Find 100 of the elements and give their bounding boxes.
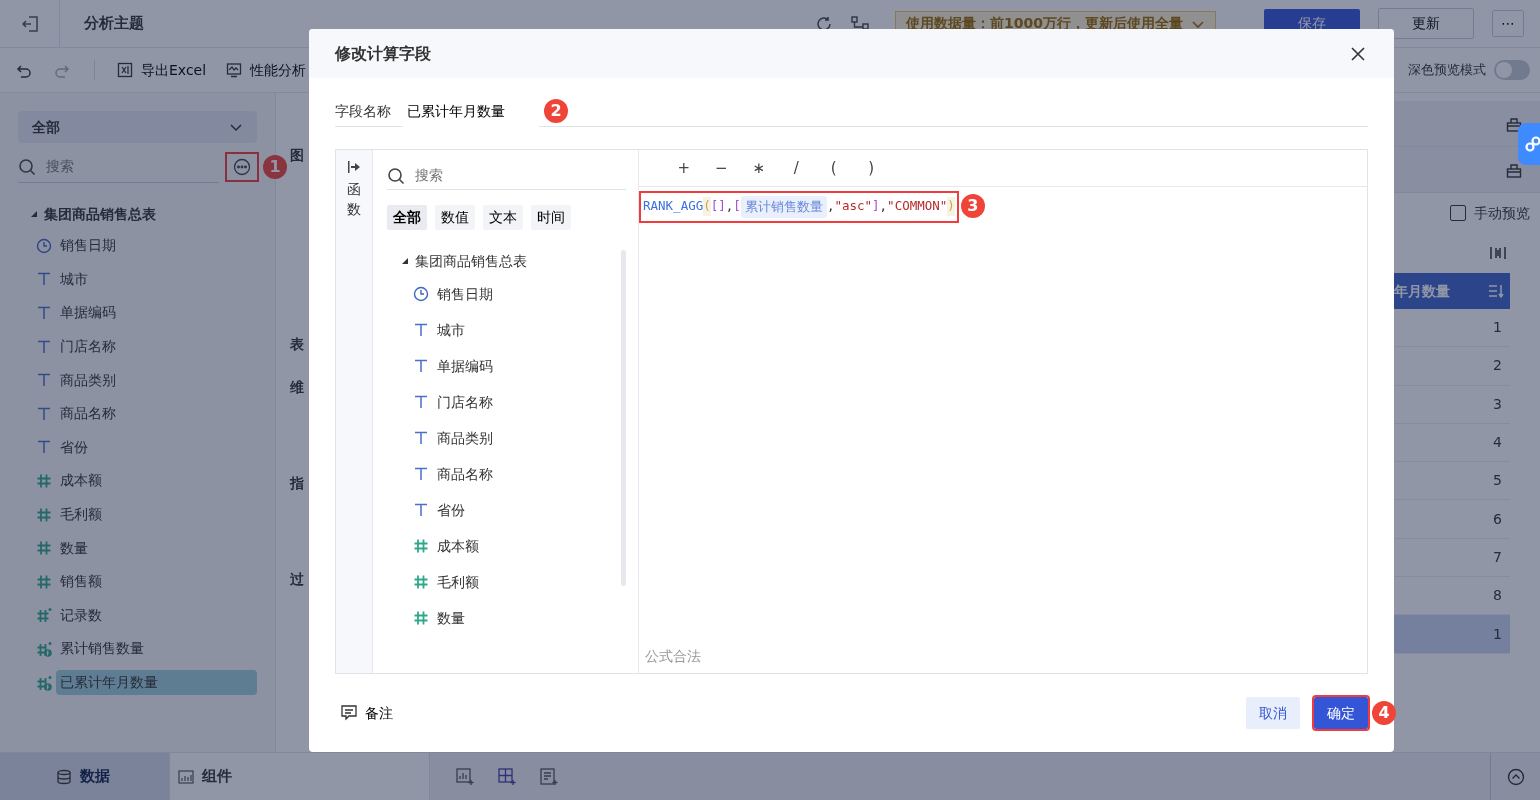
field-item[interactable]: 省份 [437, 499, 465, 521]
table-name[interactable]: 集团商品销售总表 [415, 250, 527, 272]
formula-token: , [879, 197, 888, 216]
more-button[interactable]: ⋯ [1492, 10, 1524, 37]
operator-button[interactable]: ) [852, 156, 890, 180]
hash-icon [36, 472, 52, 489]
monitor-chart-icon [226, 62, 243, 78]
field-item[interactable]: 商品名称 [60, 401, 257, 427]
field-item[interactable]: 已累计年月数量 [56, 670, 257, 695]
column-width-icon[interactable] [1490, 245, 1506, 261]
field-item[interactable]: 累计销售数量 [60, 636, 257, 662]
table-name[interactable]: 集团商品销售总表 [44, 203, 156, 225]
formula-token: RANK_AGG [643, 197, 704, 216]
hash-icon [36, 607, 52, 624]
lock-icon[interactable] [1506, 115, 1522, 132]
filter-tab[interactable]: 时间 [531, 205, 571, 230]
section-label: 指 [290, 474, 305, 493]
clock-icon [36, 237, 52, 254]
text-type-icon [36, 271, 52, 288]
field-item[interactable]: 商品类别 [437, 427, 493, 449]
scrollbar[interactable] [621, 250, 626, 586]
cancel-button[interactable]: 取消 [1246, 697, 1300, 729]
filter-tab[interactable]: 全部 [387, 205, 427, 230]
lock-icon[interactable] [1506, 161, 1522, 178]
field-item[interactable]: 门店名称 [60, 334, 257, 360]
bottom-tab[interactable]: 数据 [0, 753, 170, 800]
field-item[interactable]: 城市 [437, 319, 465, 341]
operator-button[interactable]: + [665, 156, 703, 180]
field-item[interactable]: 销售日期 [437, 283, 493, 305]
close-icon [1350, 46, 1366, 62]
field-item[interactable]: 销售日期 [60, 233, 257, 259]
text-type-icon [413, 358, 429, 374]
formula-token: , [725, 197, 734, 216]
clock-icon [413, 286, 429, 302]
field-item[interactable]: 商品名称 [437, 463, 493, 485]
field-item[interactable]: 省份 [60, 434, 257, 460]
field-item[interactable]: 成本额 [437, 535, 479, 557]
text-type-icon [413, 502, 429, 518]
performance-button[interactable]: 性能分析 [226, 59, 307, 81]
export-button[interactable]: 导出Excel [117, 59, 207, 81]
field-item[interactable]: 毛利额 [437, 571, 479, 593]
text-type-icon [413, 322, 429, 338]
field-item[interactable]: 门店名称 [437, 391, 493, 413]
exit-icon[interactable] [20, 14, 39, 33]
add-chart-icon[interactable] [456, 767, 474, 786]
filter-tab[interactable]: 数值 [435, 205, 475, 230]
field-item[interactable]: 成本额 [60, 468, 257, 494]
section-label: 图 [290, 146, 305, 165]
field-item[interactable]: 城市 [60, 266, 257, 292]
field-item[interactable]: 商品类别 [60, 367, 257, 393]
operator-button[interactable]: / [777, 156, 815, 180]
sort-icon[interactable] [1488, 283, 1504, 299]
field-item[interactable]: 毛利额 [60, 502, 257, 528]
field-item[interactable]: 数量 [60, 535, 257, 561]
add-report-icon[interactable] [540, 767, 558, 786]
update-button[interactable]: 更新 [1378, 8, 1474, 39]
bottom-tab[interactable]: 组件 [170, 753, 430, 800]
field-item[interactable]: 单据编码 [60, 300, 257, 326]
annotation-badge: 2 [544, 99, 568, 123]
collapse-icon[interactable] [1506, 767, 1525, 786]
text-type-icon [413, 430, 429, 446]
section-label: 过 [290, 570, 305, 589]
formula-token: "COMMON" [887, 197, 948, 216]
annotation-badge: 4 [1372, 701, 1396, 725]
collapse-caret-icon[interactable] [401, 257, 409, 265]
section-label: 表 [290, 335, 305, 354]
operator-button[interactable]: ∗ [740, 156, 778, 180]
formula-token: ( [703, 197, 711, 217]
annotation-badge: 1 [263, 155, 287, 179]
search-field[interactable]: 搜索 [413, 164, 613, 187]
text-type-icon [36, 405, 52, 422]
dialog-title: 修改计算字段 [335, 42, 431, 65]
dark-preview-toggle[interactable] [1494, 60, 1530, 80]
search-field[interactable]: 搜索 [44, 155, 214, 178]
manual-preview-checkbox[interactable] [1450, 205, 1466, 221]
operator-button[interactable]: ( [815, 156, 853, 180]
search-icon [18, 157, 36, 176]
more-options-button[interactable] [227, 154, 257, 180]
filter-tab[interactable]: 文本 [483, 205, 523, 230]
comment-icon [341, 705, 357, 721]
confirm-button[interactable]: 确定 [1314, 697, 1368, 729]
functions-tab[interactable]: 函数 [347, 180, 361, 220]
dark-preview-label: 深色预览模式 [1408, 61, 1486, 80]
hash-icon [413, 538, 429, 554]
page-title: 分析主题 [84, 13, 144, 35]
text-type-icon [36, 372, 52, 389]
scope-dropdown[interactable]: 全部 [18, 111, 257, 143]
field-item[interactable]: 数量 [437, 607, 465, 629]
field-item[interactable]: 单据编码 [437, 355, 493, 377]
floating-link-button[interactable] [1518, 123, 1540, 165]
operator-button[interactable]: − [702, 156, 740, 180]
hash-icon [413, 574, 429, 590]
field-item[interactable]: 记录数 [60, 602, 257, 628]
field-item[interactable]: 销售额 [60, 569, 257, 595]
note-button[interactable]: 备注 [341, 702, 393, 724]
expand-panel-icon[interactable] [347, 160, 361, 174]
hash-icon [36, 540, 52, 557]
table-cell: 1 [1394, 615, 1510, 654]
formula-token: ] [718, 197, 726, 216]
add-grid-icon[interactable] [498, 767, 516, 786]
